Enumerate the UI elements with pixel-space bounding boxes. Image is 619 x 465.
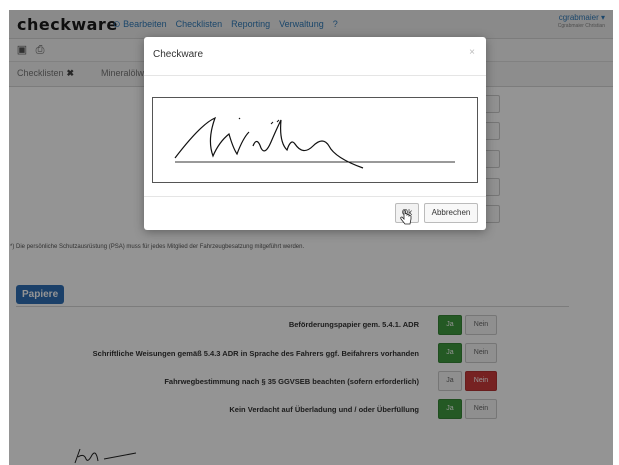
signature-drawing (174, 116, 455, 169)
dialog-divider (144, 196, 486, 197)
signature-dialog: Checkware × Ok Abbrechen (144, 37, 486, 230)
hand-cursor-icon (400, 210, 412, 225)
dialog-divider (144, 75, 486, 76)
cancel-button[interactable]: Abbrechen (424, 203, 478, 223)
dialog-title: Checkware (153, 49, 204, 60)
close-icon[interactable]: × (469, 47, 475, 58)
signature-pad[interactable] (152, 97, 478, 183)
